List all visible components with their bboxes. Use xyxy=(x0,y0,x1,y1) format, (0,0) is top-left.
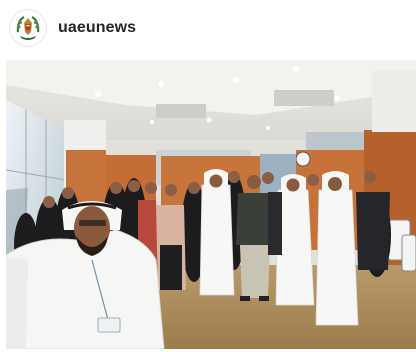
group-photo-image xyxy=(6,60,416,349)
profile-avatar[interactable] xyxy=(9,9,47,47)
post-photo[interactable] xyxy=(6,60,416,349)
uae-university-emblem-icon xyxy=(11,11,45,45)
post-header: uaeunews xyxy=(0,0,416,58)
username-label[interactable]: uaeunews xyxy=(58,19,136,37)
instagram-post: uaeunews xyxy=(0,0,416,352)
